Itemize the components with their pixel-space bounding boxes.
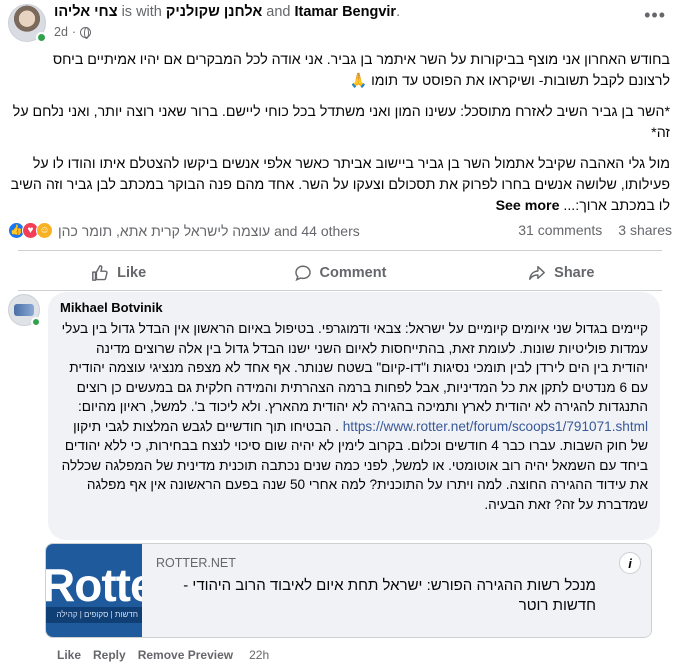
tagged-person-1[interactable]: אלחנן שקולניק xyxy=(166,4,262,20)
author-avatar[interactable] xyxy=(8,4,47,43)
post-body: בחודש האחרון אני מוצף בביקורות על השר אי… xyxy=(10,50,670,227)
post-paragraph-2: *השר בן גביר השיב לאזרח מתוסכל: עשינו המ… xyxy=(12,104,670,141)
comment-link[interactable]: https://www.rotter.net/forum/scoops1/791… xyxy=(343,419,648,434)
stats-counts: 31 comments 3 shares xyxy=(518,222,672,238)
see-more-link[interactable]: See more xyxy=(496,198,560,214)
comments-count[interactable]: 31 comments xyxy=(518,222,602,238)
post-actions: Like Comment Share xyxy=(8,258,672,288)
link-preview-card[interactable]: Rotter חדשות | סקופים | קהילה ROTTER.NET… xyxy=(45,543,652,638)
preview-body[interactable]: ROTTER.NET מנכל רשות ההגירה הפורש: ישראל… xyxy=(142,544,651,637)
share-arrow-icon xyxy=(529,265,546,281)
remove-preview-button[interactable]: Remove Preview xyxy=(138,648,233,662)
shares-count[interactable]: 3 shares xyxy=(618,222,672,238)
online-status-dot xyxy=(36,32,47,43)
share-label: Share xyxy=(554,265,595,281)
care-reaction-icon: ☺ xyxy=(36,222,53,239)
post-header: צחי אליהו is with אלחנן שקולניק and Itam… xyxy=(8,4,672,44)
post-meta: 2d · xyxy=(54,25,92,39)
with-text: is with xyxy=(121,4,162,20)
divider xyxy=(18,290,662,291)
preview-title: מנכל רשות ההגירה הפורש: ישראל תחת איום ל… xyxy=(183,577,596,614)
globe-icon xyxy=(80,26,92,39)
comment-bubble-icon xyxy=(294,265,311,282)
commenter-avatar[interactable] xyxy=(8,294,41,327)
comment-reply-button[interactable]: Reply xyxy=(93,648,126,662)
thumbnail-strip: חדשות | סקופים | קהילה xyxy=(46,607,142,623)
comment-text: קיימים בגדול שני איומים קיומיים על ישראל… xyxy=(61,321,648,512)
post-paragraph-3: מול גלי האהבה שקיבל אתמול השר בן גביר בי… xyxy=(10,156,670,214)
like-label: Like xyxy=(117,265,147,281)
preview-domain: ROTTER.NET xyxy=(156,556,236,570)
comment-author[interactable]: Mikhael Botvinik xyxy=(60,300,648,315)
post-time[interactable]: 2d xyxy=(54,25,68,39)
reaction-names[interactable]: עוצמה לישראל קרית אתא, תומר כהן and 44 o… xyxy=(58,223,360,239)
online-status-dot xyxy=(31,317,41,327)
reactions-summary[interactable]: 👍 ♥ ☺ עוצמה לישראל קרית אתא, תומר כהן an… xyxy=(8,222,360,239)
post-author-name[interactable]: צחי אליהו xyxy=(54,4,118,20)
rotter-logo: Rotter xyxy=(46,559,142,611)
post-stats: 👍 ♥ ☺ עוצמה לישראל קרית אתא, תומר כהן an… xyxy=(8,222,672,242)
comment-like-button[interactable]: Like xyxy=(57,648,81,662)
and-text: and xyxy=(266,4,291,20)
share-button[interactable]: Share xyxy=(451,258,672,288)
post-paragraph-1: בחודש האחרון אני מוצף בביקורות על השר אי… xyxy=(52,52,670,89)
post-author-line: צחי אליהו is with אלחנן שקולניק and Itam… xyxy=(54,4,401,20)
preview-thumbnail[interactable]: Rotter חדשות | סקופים | קהילה xyxy=(46,544,142,637)
divider xyxy=(18,250,662,251)
comment-bubble: Mikhael Botvinik קיימים בגדול שני איומים… xyxy=(48,292,660,540)
info-icon[interactable]: i xyxy=(619,552,641,574)
comment-time[interactable]: 22h xyxy=(249,648,269,662)
like-button[interactable]: Like xyxy=(8,258,229,288)
ellipsis-icon[interactable]: ••• xyxy=(644,6,666,24)
comment-label: Comment xyxy=(319,265,387,281)
comment-button[interactable]: Comment xyxy=(229,258,450,288)
tagged-person-2[interactable]: Itamar Bengvir xyxy=(295,4,397,20)
comment-actions: Like Reply Remove Preview 22h xyxy=(57,648,281,662)
thumbs-up-icon xyxy=(92,265,108,281)
